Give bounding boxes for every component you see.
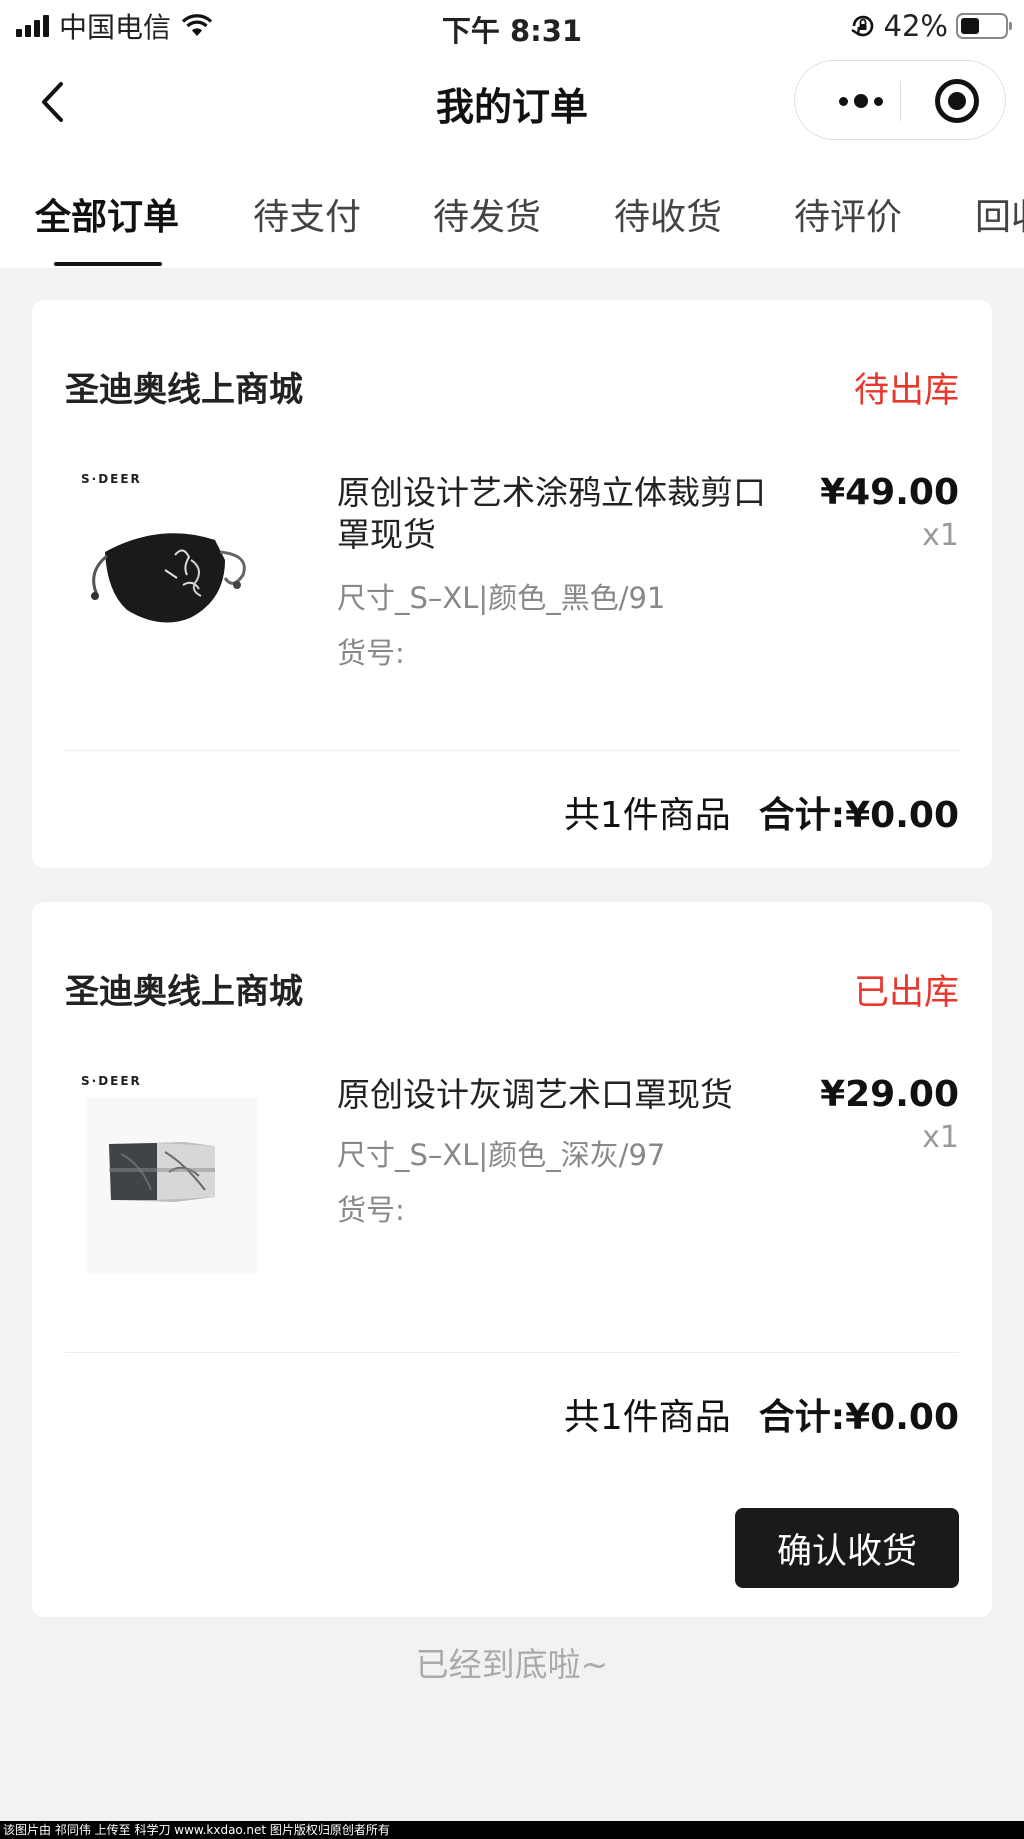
item-count: 共1件商品 xyxy=(563,795,731,836)
watermark-caption: 该图片由 祁同伟 上传至 科学刀 www.kxdao.net 图片版权归原创者所… xyxy=(0,1821,1024,1839)
order-total: 合计:¥0.00 xyxy=(758,1397,959,1438)
product-sku: 货号: xyxy=(337,1193,405,1227)
product-title[interactable]: 原创设计灰调艺术口罩现货 xyxy=(337,1074,767,1116)
tab-all-orders[interactable]: 全部订单 xyxy=(35,188,179,240)
navigation-bar: 我的订单 xyxy=(0,54,1024,150)
battery-icon xyxy=(956,13,1012,39)
order-card[interactable]: 圣迪奥线上商城 待出库 S·DEER 原创设计艺术涂鸦立体裁剪口罩现货 ¥49.… xyxy=(32,300,992,868)
shop-name[interactable]: 圣迪奥线上商城 xyxy=(65,362,303,411)
product-sku: 货号: xyxy=(337,636,405,670)
shop-name[interactable]: 圣迪奥线上商城 xyxy=(65,964,303,1013)
capsule-divider xyxy=(900,81,901,121)
target-circle-icon[interactable] xyxy=(935,79,979,123)
card-divider xyxy=(65,750,959,751)
tab-pending-shipment[interactable]: 待发货 xyxy=(433,188,541,240)
brand-logo: S·DEER xyxy=(81,1074,142,1088)
status-right: 42% xyxy=(850,8,1012,44)
item-count: 共1件商品 xyxy=(563,1397,731,1438)
product-price: ¥29.00 xyxy=(820,1074,959,1115)
confirm-receipt-button[interactable]: 确认收货 xyxy=(735,1508,959,1588)
tab-pending-review[interactable]: 待评价 xyxy=(794,188,902,240)
black-mask-picture xyxy=(91,533,246,623)
tab-pending-payment[interactable]: 待支付 xyxy=(253,188,361,240)
status-bar: 中国电信 下午 8:31 42% xyxy=(0,0,1024,54)
product-spec: 尺寸_S–XL|颜色_深灰/97 xyxy=(337,1138,666,1172)
more-dots-icon[interactable] xyxy=(825,61,897,141)
mini-program-capsule xyxy=(794,60,1006,140)
order-status: 待出库 xyxy=(853,371,959,411)
order-tabs: 全部订单 待支付 待发货 待收货 待评价 回收 xyxy=(0,150,1024,268)
tab-pending-receipt[interactable]: 待收货 xyxy=(614,188,722,240)
tab-recycle[interactable]: 回收 xyxy=(975,188,1024,240)
card-divider xyxy=(65,1352,959,1353)
brand-logo: S·DEER xyxy=(81,472,142,486)
order-summary: 共1件商品 合计:¥0.00 xyxy=(564,786,959,838)
product-image[interactable]: S·DEER xyxy=(65,460,270,675)
end-of-list-text: 已经到底啦~ xyxy=(415,1645,609,1684)
battery-percent: 42% xyxy=(883,9,948,43)
order-status: 已出库 xyxy=(853,973,959,1013)
product-title[interactable]: 原创设计艺术涂鸦立体裁剪口罩现货 xyxy=(337,472,767,556)
tab-active-indicator xyxy=(54,262,162,266)
gray-mask-picture xyxy=(87,1098,257,1274)
order-card[interactable]: 圣迪奥线上商城 已出库 S·DEER 原创设计灰调艺术口罩现货 ¥29.00 x… xyxy=(32,902,992,1617)
product-image[interactable]: S·DEER xyxy=(65,1062,270,1277)
product-quantity: x1 xyxy=(922,1120,959,1155)
battery-level xyxy=(961,18,979,34)
order-total: 合计:¥0.00 xyxy=(758,795,959,836)
product-spec: 尺寸_S–XL|颜色_黑色/91 xyxy=(337,581,666,615)
orientation-lock-icon xyxy=(850,15,873,37)
order-summary: 共1件商品 合计:¥0.00 xyxy=(564,1388,959,1440)
product-price: ¥49.00 xyxy=(820,472,959,513)
product-quantity: x1 xyxy=(922,518,959,553)
